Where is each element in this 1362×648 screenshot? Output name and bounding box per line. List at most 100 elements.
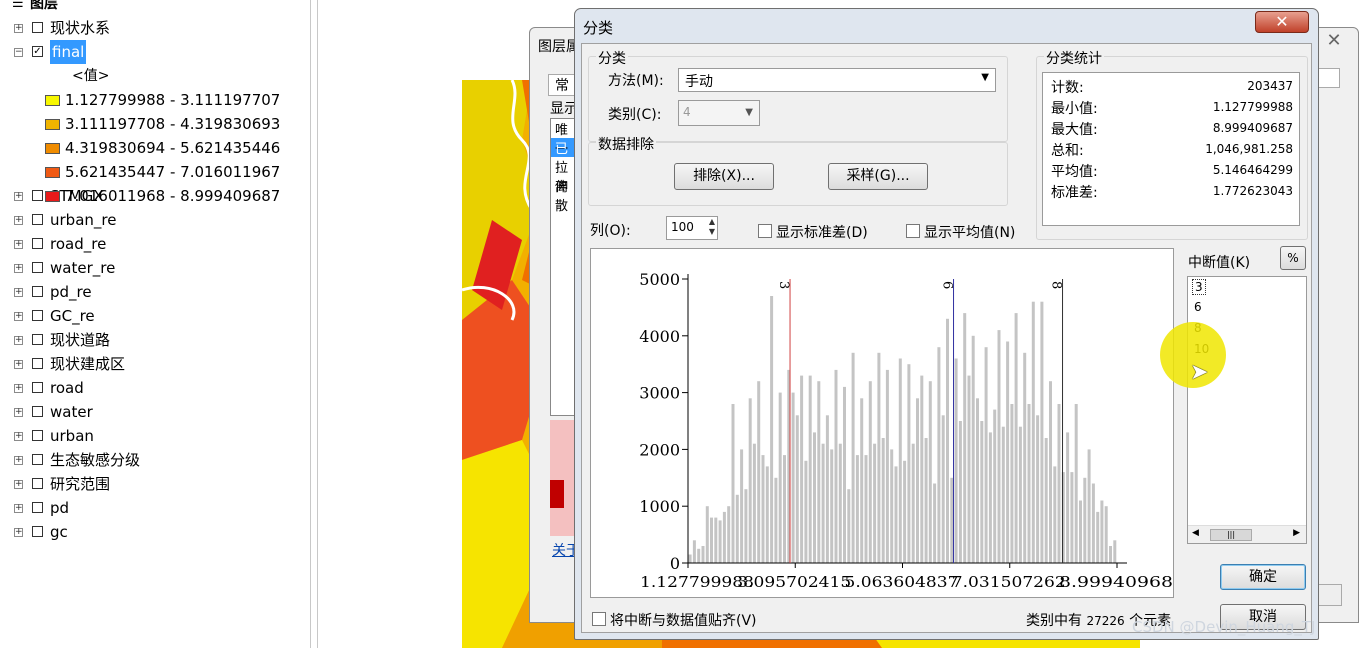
layer-visibility-checkbox[interactable] xyxy=(32,430,43,441)
spin-arrows-icon[interactable]: ▲ ▼ xyxy=(709,217,715,237)
layer-visibility-checkbox[interactable] xyxy=(32,382,43,393)
close-button[interactable]: ✕ xyxy=(1255,11,1309,33)
layer-name[interactable]: 现状水系 xyxy=(50,16,110,40)
snap-label: 将中断与数据值贴齐(V) xyxy=(610,613,757,629)
layer-name[interactable]: water xyxy=(50,400,93,424)
expand-icon[interactable]: + xyxy=(14,288,23,297)
histogram-bar xyxy=(1091,483,1095,563)
histogram-bar xyxy=(744,489,748,563)
stat-value: 5.146464299 xyxy=(1212,163,1293,177)
expand-icon[interactable]: + xyxy=(14,312,23,321)
expand-icon[interactable]: + xyxy=(14,528,23,537)
expand-icon[interactable]: + xyxy=(14,192,23,201)
layer-name[interactable]: 研究范围 xyxy=(50,472,110,496)
toc-splitter[interactable] xyxy=(310,0,318,648)
histogram-bar xyxy=(791,392,795,563)
histogram-bar xyxy=(774,477,778,563)
layer-visibility-checkbox[interactable] xyxy=(32,22,43,33)
histogram-bar xyxy=(1109,546,1112,563)
value-header-label: <值> xyxy=(72,68,110,84)
layer-name[interactable]: road_re xyxy=(50,232,106,256)
layer-visibility-checkbox[interactable] xyxy=(32,526,43,537)
layer-name[interactable]: pd xyxy=(50,496,69,520)
expand-icon[interactable]: + xyxy=(14,336,23,345)
histogram-panel[interactable]: 5000 4000 3000 2000 1000 0 1.127799988 3.095702… xyxy=(590,248,1174,598)
histogram-bar xyxy=(727,506,731,563)
snap-checkbox[interactable] xyxy=(592,612,606,626)
layer-properties-close-icon[interactable]: ✕ xyxy=(1320,30,1348,51)
layer-name[interactable]: GC_re xyxy=(50,304,95,328)
expand-icon[interactable]: + xyxy=(14,24,23,33)
show-std-checkbox[interactable] xyxy=(758,224,772,238)
layer-visibility-checkbox[interactable] xyxy=(32,262,43,273)
layer-visibility-checkbox[interactable] xyxy=(32,358,43,369)
expand-icon[interactable]: + xyxy=(14,264,23,273)
layer-name[interactable]: gc xyxy=(50,520,68,544)
sample-button[interactable]: 采样(G)... xyxy=(828,163,928,190)
scroll-right-icon[interactable]: ▶ xyxy=(1293,528,1300,538)
layer-visibility-checkbox[interactable] xyxy=(32,454,43,465)
layer-visibility-checkbox[interactable] xyxy=(32,502,43,513)
layer-visibility-checkbox[interactable] xyxy=(32,406,43,417)
histogram-chart[interactable]: 5000400030002000100001.1277999883.095702… xyxy=(591,249,1174,598)
legend-swatch[interactable] xyxy=(45,191,60,202)
expand-icon[interactable]: + xyxy=(14,360,23,369)
exclude-button[interactable]: 排除(X)... xyxy=(674,163,774,190)
percent-button[interactable]: % xyxy=(1280,246,1306,270)
layer-visibility-checkbox[interactable] xyxy=(32,286,43,297)
show-std-label: 显示标准差(D) xyxy=(776,225,868,241)
break-values-list[interactable]: 36810 ◀ ||| ▶ xyxy=(1187,276,1307,544)
histogram-bar xyxy=(1018,426,1022,563)
legend-swatch[interactable] xyxy=(45,167,60,178)
layer-name[interactable]: 生态敏感分级 xyxy=(50,448,140,472)
expand-icon[interactable]: + xyxy=(14,384,23,393)
histogram-bar xyxy=(851,352,855,563)
layer-name[interactable]: pd_re xyxy=(50,280,92,304)
expand-icon[interactable]: + xyxy=(14,240,23,249)
expand-icon[interactable]: + xyxy=(14,504,23,513)
layer-name[interactable]: urban_re xyxy=(50,208,116,232)
exclusion-group-title: 数据排除 xyxy=(596,134,656,154)
layer-name[interactable]: road xyxy=(50,376,84,400)
layer-name[interactable]: 现状建成区 xyxy=(50,352,125,376)
layer-visibility-checkbox[interactable]: ✓ xyxy=(32,46,43,57)
layer-visibility-checkbox[interactable] xyxy=(32,190,43,201)
stat-label: 标准差: xyxy=(1051,185,1098,201)
layer-visibility-checkbox[interactable] xyxy=(32,334,43,345)
legend-swatch[interactable] xyxy=(45,95,60,106)
expand-icon[interactable]: + xyxy=(14,216,23,225)
expand-icon[interactable]: + xyxy=(14,432,23,441)
histogram-bar xyxy=(783,455,786,563)
histogram-bar xyxy=(911,443,915,563)
histogram-bar xyxy=(710,517,713,563)
layer-name[interactable]: urban xyxy=(50,424,94,448)
histogram-bar xyxy=(1006,341,1010,563)
legend-swatch[interactable] xyxy=(45,119,60,130)
show-mean-checkbox[interactable] xyxy=(906,224,920,238)
collapse-icon[interactable]: − xyxy=(14,48,23,57)
layer-visibility-checkbox[interactable] xyxy=(32,478,43,489)
classes-select[interactable]: 4 ▼ xyxy=(678,100,760,126)
layer-name[interactable]: final xyxy=(50,40,87,64)
layer-visibility-checkbox[interactable] xyxy=(32,214,43,225)
layer-name[interactable]: 现状道路 xyxy=(50,328,110,352)
scroll-thumb[interactable]: ||| xyxy=(1210,529,1252,541)
histogram-bar xyxy=(714,517,718,563)
layer-visibility-checkbox[interactable] xyxy=(32,310,43,321)
columns-spinner[interactable]: 100 ▲ ▼ xyxy=(666,216,718,240)
elements-count: 27226 xyxy=(1086,614,1125,628)
ok-button[interactable]: 确定 xyxy=(1220,564,1306,590)
layer-visibility-checkbox[interactable] xyxy=(32,238,43,249)
expand-icon[interactable]: + xyxy=(14,456,23,465)
expand-icon[interactable]: + xyxy=(14,408,23,417)
expand-icon[interactable]: + xyxy=(14,480,23,489)
horizontal-scrollbar[interactable]: ◀ ||| ▶ xyxy=(1188,525,1306,543)
break-value-item[interactable]: 6 xyxy=(1192,300,1204,314)
break-value-item[interactable]: 3 xyxy=(1192,279,1206,295)
method-select[interactable]: 手动 ▼ xyxy=(678,68,996,92)
layer-name[interactable]: water_re xyxy=(50,256,115,280)
scroll-left-icon[interactable]: ◀ xyxy=(1192,528,1199,538)
histogram-bar xyxy=(813,432,816,563)
legend-swatch[interactable] xyxy=(45,143,60,154)
stats-group-title: 分类统计 xyxy=(1044,48,1104,68)
